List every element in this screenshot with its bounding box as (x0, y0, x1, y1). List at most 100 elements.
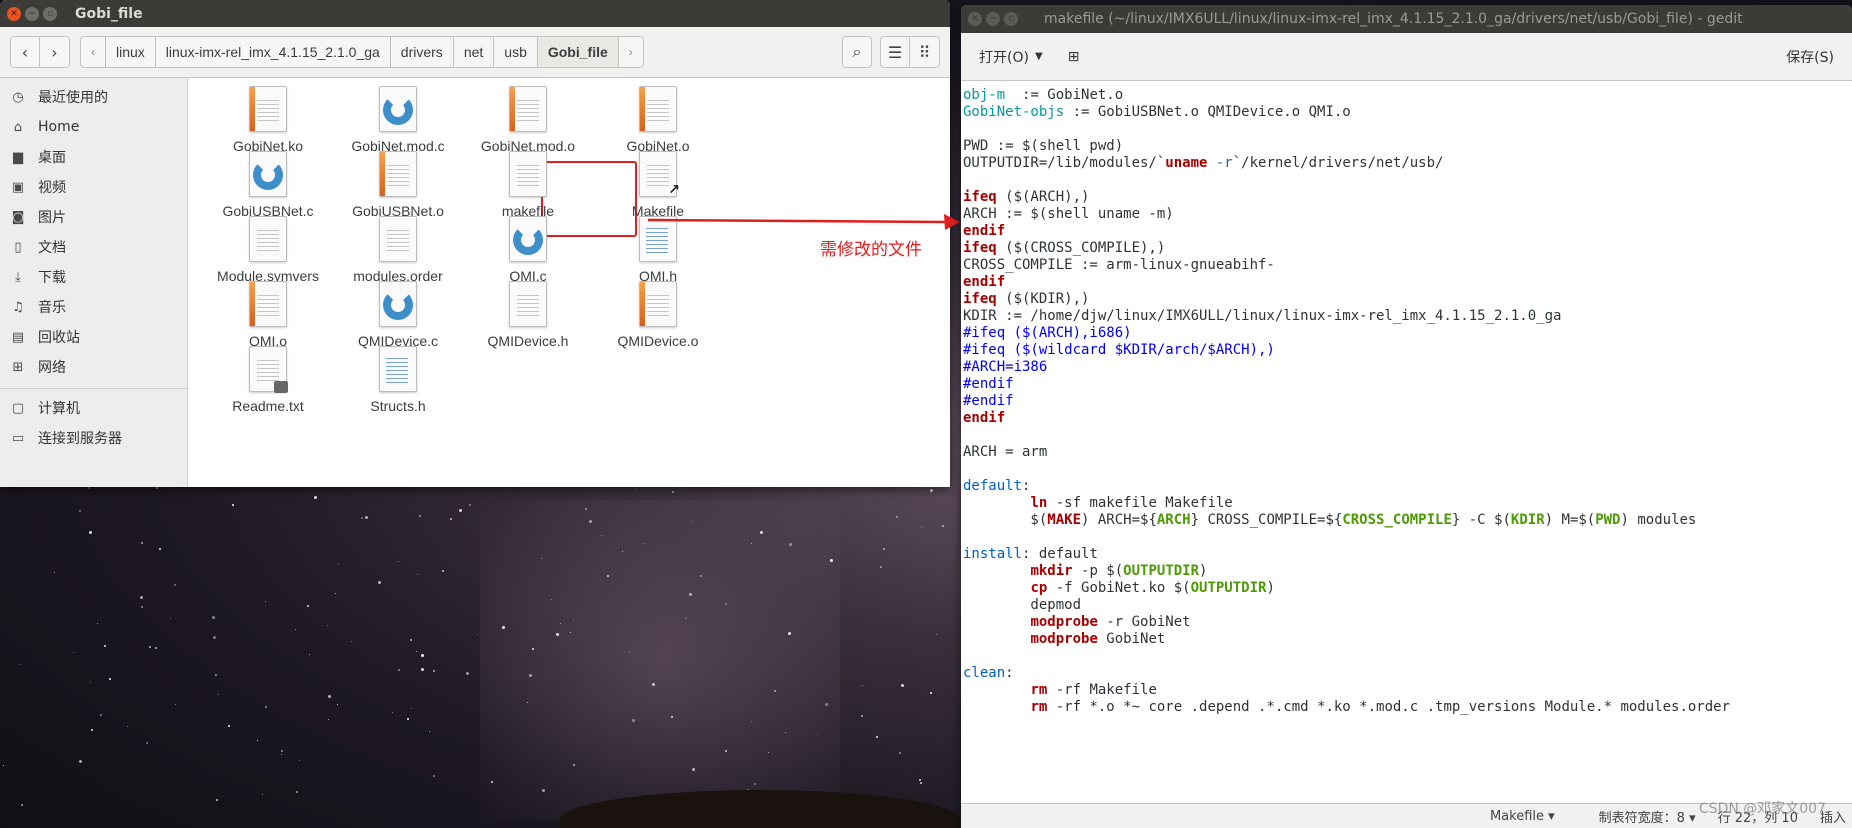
code-token: cp (1030, 580, 1048, 596)
c-source-file-icon (249, 151, 287, 197)
maximize-icon[interactable]: ▫ (1004, 12, 1018, 26)
star (90, 681, 92, 683)
search-button[interactable]: ⌕ (842, 36, 872, 68)
star (2, 764, 4, 766)
star (89, 531, 93, 535)
sidebar-item[interactable]: ▭ 连接到服务器 (0, 423, 187, 453)
star (109, 678, 112, 681)
minimize-icon[interactable]: − (986, 12, 1000, 26)
grid-view-button[interactable]: ⠿ (910, 36, 940, 68)
star (141, 605, 144, 608)
file-manager-titlebar[interactable]: ✕ − ▫ Gobi_file (0, 0, 950, 27)
list-view-button[interactable]: ☰ (880, 36, 910, 68)
file-item[interactable]: Structs.h (323, 346, 473, 414)
sidebar-item[interactable]: ▆ 桌面 (0, 142, 187, 172)
breadcrumb-item[interactable]: usb (494, 36, 538, 68)
file-item[interactable]: QMI.c (453, 216, 603, 284)
code-token: ln (1030, 495, 1048, 511)
sidebar-item[interactable]: ⊞ 网络 (0, 352, 187, 382)
sidebar-item[interactable]: ♫ 音乐 (0, 292, 187, 322)
sidebar-item[interactable]: ▯ 文档 (0, 232, 187, 262)
code-token: depmod (963, 597, 1082, 613)
c-source-file-icon (509, 216, 547, 262)
star (450, 517, 453, 520)
sidebar-item-label: 下载 (38, 270, 66, 286)
star (148, 646, 151, 649)
star (409, 638, 412, 641)
file-item[interactable]: GobiNet.ko (193, 86, 343, 154)
file-item[interactable]: GobiNet.o (583, 86, 733, 154)
tab-width-selector[interactable]: 制表符宽度：8 ▾ (1577, 807, 1696, 826)
code-line: clean: (963, 665, 1852, 682)
star (327, 695, 331, 699)
file-item[interactable]: QMIDevice.h (453, 281, 603, 349)
file-item[interactable]: QMI.o (193, 281, 343, 349)
forward-button[interactable]: › (40, 36, 70, 68)
file-name: Readme.txt (232, 398, 304, 414)
breadcrumb-right-arrow[interactable]: › (618, 36, 644, 68)
star (145, 742, 148, 745)
maximize-icon[interactable]: ▫ (43, 6, 57, 21)
sidebar-item-label: 图片 (38, 210, 66, 226)
star (433, 774, 436, 777)
star (212, 635, 216, 639)
text-file-icon (249, 216, 287, 262)
breadcrumb-item[interactable]: linux (106, 36, 156, 68)
close-icon[interactable]: ✕ (7, 6, 21, 21)
sidebar-item-label: 最近使用的 (38, 90, 108, 106)
sidebar-item[interactable]: ▣ 视频 (0, 172, 187, 202)
file-item[interactable]: makefile (453, 151, 603, 219)
code-token: := GobiNet.o (1005, 87, 1124, 103)
new-document-button[interactable]: ⊞ (1057, 41, 1091, 73)
file-item[interactable]: modules.order (323, 216, 473, 284)
open-button[interactable]: 打开(O) ▼ (971, 41, 1051, 73)
sidebar-item[interactable]: ▢ 计算机 (0, 393, 187, 423)
code-line: $(MAKE) ARCH=${ARCH} CROSS_COMPILE=${CRO… (963, 512, 1852, 529)
code-token: ) (1199, 563, 1208, 579)
file-item[interactable]: QMIDevice.c (323, 281, 473, 349)
breadcrumb-item[interactable]: drivers (390, 36, 454, 68)
breadcrumb-item[interactable]: linux-imx-rel_imx_4.1.15_2.1.0_ga (155, 36, 391, 68)
code-token: obj-m (963, 87, 1006, 103)
code-line: ARCH := $(shell uname -m) (963, 206, 1852, 223)
star (860, 714, 863, 717)
sidebar-item-label: 网络 (38, 360, 66, 376)
breadcrumb-item[interactable]: net (453, 36, 495, 68)
language-selector[interactable]: Makefile ▾ (1468, 809, 1555, 824)
sidebar-item[interactable]: ⌂ Home (0, 112, 187, 142)
binary-file-icon (509, 86, 547, 132)
text-file-icon (249, 346, 288, 393)
code-token: `/kernel/drivers/net/usb/ (1232, 155, 1444, 171)
file-item[interactable]: GobiNet.mod.o (453, 86, 603, 154)
sidebar-item[interactable]: ◷ 最近使用的 (0, 82, 187, 112)
file-item[interactable]: Readme.txt (193, 346, 343, 414)
file-item[interactable]: GobiNet.mod.c (323, 86, 473, 154)
folder-icon: ▆ (13, 149, 23, 165)
file-item[interactable]: Module.symvers (193, 216, 343, 284)
star (337, 563, 339, 564)
sidebar-item-label: 连接到服务器 (38, 431, 122, 447)
back-button[interactable]: ‹ (10, 36, 40, 68)
breadcrumb-item-current[interactable]: Gobi_file (537, 36, 619, 68)
file-item[interactable]: ↗ Makefile (583, 151, 733, 219)
code-editor[interactable]: obj-m := GobiNet.o GobiNet-objs := GobiUS… (961, 81, 1852, 803)
star (465, 672, 469, 676)
code-token: endif (963, 223, 1006, 239)
breadcrumb-left-arrow[interactable]: ‹ (80, 36, 106, 68)
camera-icon: ◙ (11, 209, 25, 225)
computer-icon: ▢ (11, 400, 25, 416)
sidebar-item[interactable]: ▤ 回收站 (0, 322, 187, 352)
file-item[interactable]: GobiUSBNet.c (193, 151, 343, 219)
sidebar-item[interactable]: ◙ 图片 (0, 202, 187, 232)
sidebar-item[interactable]: ⤓ 下载 (0, 262, 187, 292)
file-item[interactable]: QMIDevice.o (583, 281, 733, 349)
annotation-arrow (648, 214, 960, 230)
file-item[interactable]: GobiUSBNet.o (323, 151, 473, 219)
close-icon[interactable]: ✕ (968, 12, 982, 26)
gedit-titlebar[interactable]: ✕ − ▫ makefile (~/linux/IMX6ULL/linux/li… (961, 5, 1852, 33)
save-button[interactable]: 保存(S) (1778, 41, 1842, 73)
minimize-icon[interactable]: − (25, 6, 39, 21)
